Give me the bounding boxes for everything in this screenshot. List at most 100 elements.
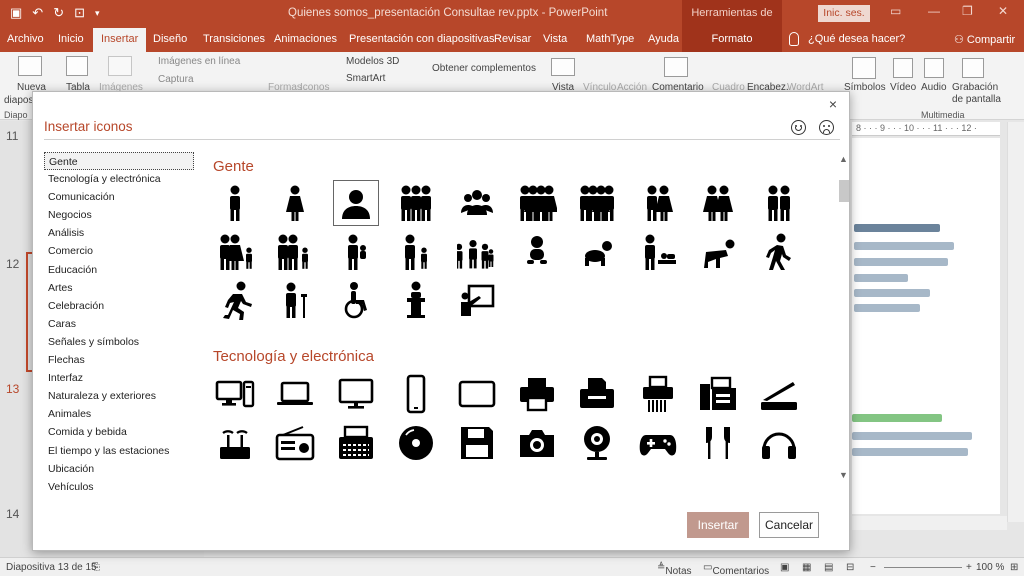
category-item[interactable]: Animales (44, 405, 194, 423)
zoom-level[interactable]: 100 % (976, 562, 1004, 573)
screen-recording-icon[interactable] (962, 58, 984, 78)
save-icon[interactable]: ▣ (10, 4, 22, 22)
category-item[interactable]: Negocios (44, 206, 194, 224)
tab-presentacion[interactable]: Presentación con diapositivas (349, 33, 495, 45)
share-button[interactable]: ⚇ Compartir (954, 33, 1015, 46)
group-icon[interactable] (393, 180, 439, 226)
printer-icon[interactable] (514, 371, 560, 417)
family-children-icon[interactable] (272, 229, 318, 275)
editor-horizontal-scrollbar[interactable] (852, 516, 1007, 530)
reading-view-icon[interactable]: ▤ (824, 562, 833, 573)
floppy-disk-icon[interactable] (454, 420, 500, 466)
category-item[interactable]: Comercio (44, 242, 194, 260)
dialog-close-button[interactable]: × (829, 96, 837, 112)
pictures-icon[interactable] (108, 56, 132, 76)
tab-transiciones[interactable]: Transiciones (203, 33, 265, 45)
typewriter-icon[interactable] (333, 420, 379, 466)
zoom-in-icon[interactable]: + (966, 562, 972, 573)
camera-icon[interactable] (514, 420, 560, 466)
monitor-icon[interactable] (333, 371, 379, 417)
tab-inicio[interactable]: Inicio (58, 33, 84, 45)
3d-models-button[interactable]: Modelos 3D (346, 56, 399, 67)
category-item[interactable]: Análisis (44, 224, 194, 242)
table-icon[interactable] (66, 56, 88, 76)
zoom-out-icon[interactable]: − (870, 562, 876, 573)
baby-icon[interactable] (514, 229, 560, 275)
tab-diseno[interactable]: Diseño (153, 33, 187, 45)
redo-icon[interactable]: ↻ (53, 4, 64, 22)
user-icon[interactable] (332, 180, 379, 226)
tab-archivo[interactable]: Archivo (7, 33, 44, 45)
tablet-icon[interactable] (454, 371, 500, 417)
category-item[interactable]: Celebración (44, 297, 194, 315)
smile-feedback-icon[interactable] (791, 120, 806, 135)
comments-button[interactable]: ▭ Comentarios (703, 562, 769, 576)
category-item[interactable]: Flechas (44, 351, 194, 369)
category-item[interactable]: Naturaleza y exteriores (44, 387, 194, 405)
slide-canvas[interactable] (852, 138, 1000, 514)
scrollbar-thumb[interactable] (839, 180, 849, 202)
tab-mathtype[interactable]: MathType (586, 33, 634, 45)
tell-me-search[interactable]: ¿Qué desea hacer? (808, 33, 905, 45)
category-item[interactable]: El tiempo y las estaciones (44, 442, 194, 460)
maximize-icon[interactable]: ❐ (962, 4, 973, 18)
people-group-icon[interactable] (454, 229, 500, 275)
gallery-scrollbar[interactable]: ▲ ▼ (839, 154, 849, 490)
radio-icon[interactable] (272, 420, 318, 466)
video-label[interactable]: Vídeo (890, 82, 916, 93)
close-icon[interactable]: ✕ (998, 4, 1008, 18)
category-item[interactable]: Comida y bebida (44, 423, 194, 441)
insert-button[interactable]: Insertar (687, 512, 749, 538)
category-item[interactable]: Educación (44, 261, 194, 279)
crawling-person-icon[interactable] (695, 229, 741, 275)
video-icon[interactable] (893, 58, 913, 78)
webcam-icon[interactable] (574, 420, 620, 466)
symbols-label[interactable]: Símbolos (844, 82, 886, 93)
presentation-icon[interactable] (454, 277, 500, 323)
frown-feedback-icon[interactable] (819, 120, 834, 135)
woman-icon[interactable] (272, 180, 318, 226)
audio-label[interactable]: Audio (921, 82, 947, 93)
cd-icon[interactable] (393, 420, 439, 466)
tab-animaciones[interactable]: Animaciones (274, 33, 337, 45)
tab-vista[interactable]: Vista (543, 33, 567, 45)
new-slide-icon[interactable] (18, 56, 42, 76)
get-addins-button[interactable]: Obtener complementos (432, 63, 536, 74)
headphones-icon[interactable] (756, 420, 802, 466)
category-item[interactable]: Artes (44, 279, 194, 297)
sign-in-button[interactable]: Inic. ses. (818, 5, 870, 22)
smartphone-icon[interactable] (393, 371, 439, 417)
online-pictures-button[interactable]: Imágenes en línea (158, 56, 240, 67)
category-item[interactable]: Gente (44, 152, 194, 171)
women-couple-icon[interactable] (695, 180, 741, 226)
gamepad-icon[interactable] (635, 420, 681, 466)
notes-button[interactable]: ≜ Notas (657, 562, 692, 576)
router-icon[interactable] (212, 420, 258, 466)
slideshow-icon[interactable]: ⊡ (74, 4, 85, 22)
category-item[interactable]: Vehículos (44, 478, 194, 492)
category-item[interactable]: Ubicación (44, 460, 194, 478)
ribbon-display-icon[interactable]: ▭ (890, 4, 901, 18)
fit-slide-icon[interactable]: ⊞ (1010, 562, 1018, 573)
spellcheck-icon[interactable]: ⎘ (92, 562, 100, 573)
shredder-icon[interactable] (635, 371, 681, 417)
screenshot-button[interactable]: Captura (158, 74, 194, 85)
category-item[interactable]: Comunicación (44, 188, 194, 206)
zoom-slider[interactable] (884, 567, 962, 568)
family-child-icon[interactable] (212, 229, 258, 275)
smartart-button[interactable]: SmartArt (346, 73, 385, 84)
audio-icon[interactable] (924, 58, 944, 78)
men-couple-icon[interactable] (756, 180, 802, 226)
crawling-baby-icon[interactable] (574, 229, 620, 275)
team-icon[interactable] (454, 180, 500, 226)
scroll-down-icon[interactable]: ▼ (839, 470, 848, 480)
diaper-change-icon[interactable] (635, 229, 681, 275)
couple-icon[interactable] (635, 180, 681, 226)
parent-baby-icon[interactable] (333, 229, 379, 275)
zoom-icon[interactable] (551, 58, 575, 76)
slideshow-view-icon[interactable]: ⊟ (846, 562, 854, 573)
earbuds-icon[interactable] (695, 420, 741, 466)
family-icon[interactable] (514, 180, 560, 226)
editor-vertical-scrollbar[interactable] (1007, 122, 1024, 522)
laptop-icon[interactable] (272, 371, 318, 417)
